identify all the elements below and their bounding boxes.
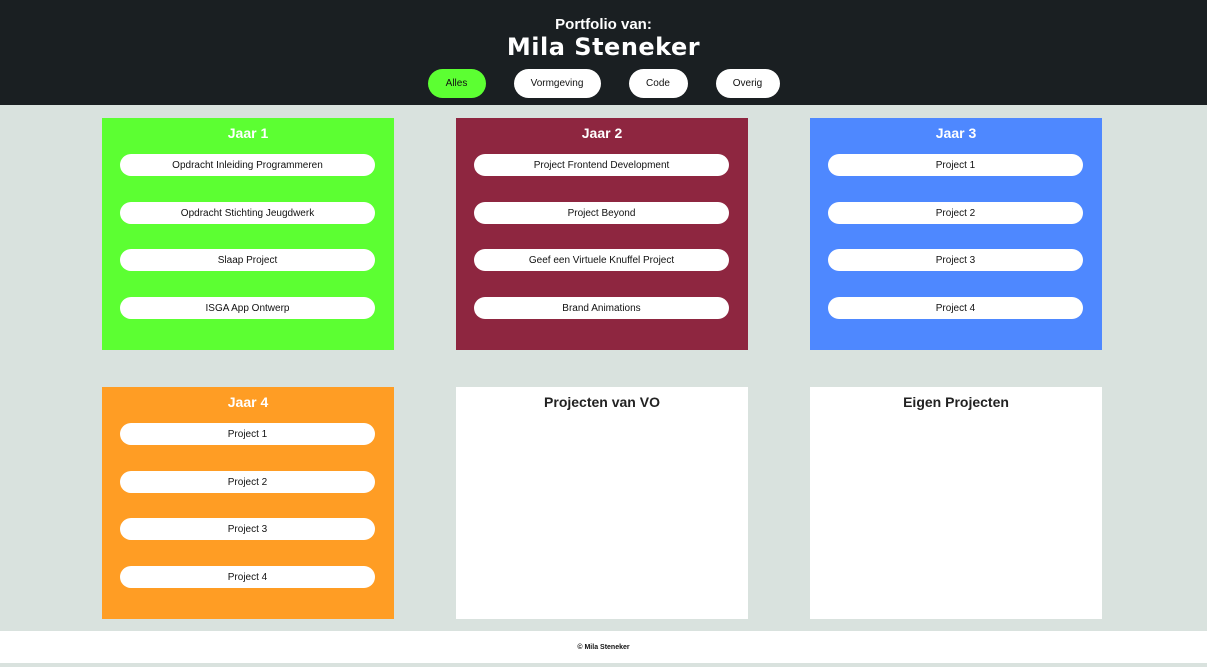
card-jaar-2: Jaar 2 Project Frontend Development Proj… [456,118,748,350]
filter-button-vormgeving[interactable]: Vormgeving [513,69,601,98]
project-link[interactable]: Project 2 [120,471,375,493]
filter-button-overig[interactable]: Overig [715,69,780,98]
page-title: Mila Steneker [506,33,701,61]
project-link[interactable]: Project 2 [828,202,1083,224]
project-link[interactable]: Project 1 [120,423,375,445]
filter-button-code[interactable]: Code [628,69,688,98]
project-link[interactable]: Project 4 [828,566,1083,588]
project-link[interactable]: Project 1 [828,154,1083,176]
card-title: Jaar 2 [581,125,623,141]
project-link[interactable]: Project 4 [120,566,375,588]
project-link[interactable]: Geef een Virtuele Knuffel Project [474,249,729,271]
project-link[interactable]: Project 3 [828,518,1083,540]
project-link[interactable]: Opdracht Stichting Jeugdwerk [120,202,375,224]
card-title: Jaar 1 [227,125,269,141]
project-link[interactable]: Oefening Css Grid [474,566,729,588]
project-link[interactable]: Brand Animations [474,297,729,319]
card-title: Eigen Projecten [903,394,1009,410]
page-header: Portfolio van: Mila Steneker Alles Vormg… [0,0,1207,105]
card-jaar-1: Jaar 1 Opdracht Inleiding Programmeren O… [102,118,394,350]
card-title: Jaar 4 [227,394,269,410]
page-subtitle: Portfolio van: [555,16,652,33]
project-link[interactable]: Project 3 [828,249,1083,271]
project-link[interactable]: Project Beyond [474,202,729,224]
filter-bar: Alles Vormgeving Code Overig [0,69,1207,98]
project-link[interactable]: Project 2 [828,471,1083,493]
project-link[interactable]: Project 4 [828,297,1083,319]
copyright-text: © Mila Steneker [577,643,630,651]
card-title: Jaar 3 [935,125,977,141]
project-link[interactable]: Opdracht Inleiding Programmeren [120,154,375,176]
project-link[interactable]: Online CV [474,471,729,493]
filter-button-alles[interactable]: Alles [427,69,486,98]
project-link[interactable]: Onderzoek SEO [474,518,729,540]
card-projecten-van-vo: Projecten van VO Oefening Template Onlin… [456,387,748,619]
page-footer: © Mila Steneker [0,631,1207,663]
card-eigen-projecten: Eigen Projecten Project 1 Project 2 Proj… [810,387,1102,619]
card-title: Projecten van VO [544,394,660,410]
project-link[interactable]: Project 3 [120,518,375,540]
card-jaar-4: Jaar 4 Project 1 Project 2 Project 3 Pro… [102,387,394,619]
card-jaar-3: Jaar 3 Project 1 Project 2 Project 3 Pro… [810,118,1102,350]
project-link[interactable]: ISGA App Ontwerp [120,297,375,319]
project-link[interactable]: Project 1 [828,423,1083,445]
project-link[interactable]: Slaap Project [120,249,375,271]
project-link[interactable]: Project Frontend Development [474,154,729,176]
project-link[interactable]: Oefening Template [474,423,729,445]
